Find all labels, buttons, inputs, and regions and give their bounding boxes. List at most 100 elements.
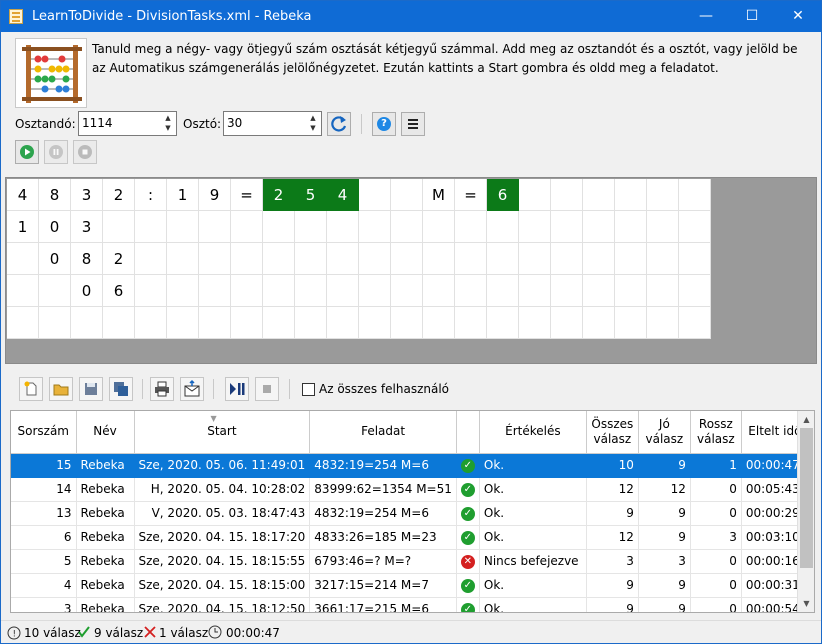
scroll-up-arrow-icon[interactable]: ▲ xyxy=(798,411,814,428)
grid-cell[interactable] xyxy=(167,243,199,275)
grid-cell[interactable] xyxy=(135,211,167,243)
table-row[interactable]: 15 Rebeka Sze, 2020. 05. 06. 11:49:01 4832:… xyxy=(11,453,809,478)
grid-cell[interactable]: 0 xyxy=(39,211,71,243)
grid-cell[interactable] xyxy=(455,243,487,275)
pause-button[interactable] xyxy=(44,140,68,164)
grid-cell[interactable]: 6 xyxy=(103,275,135,307)
division-grid[interactable]: 4 8 3 2:1 9 = 2 5 4 M = 6 1 0 3 0 8 2 0 6 xyxy=(7,179,711,339)
column-header-sorszam[interactable]: Sorszám xyxy=(11,411,77,454)
grid-cell[interactable] xyxy=(39,275,71,307)
grid-cell[interactable]: 5 xyxy=(295,179,327,211)
grid-cell[interactable] xyxy=(615,275,647,307)
grid-cell[interactable] xyxy=(71,307,103,339)
save-button[interactable] xyxy=(79,377,103,401)
grid-cell[interactable] xyxy=(199,243,231,275)
grid-cell[interactable] xyxy=(359,275,391,307)
grid-cell[interactable] xyxy=(551,275,583,307)
grid-cell[interactable] xyxy=(519,307,551,339)
grid-cell[interactable]: 4 xyxy=(7,179,39,211)
column-header-rossz-valasz[interactable]: Rossz válasz xyxy=(690,411,742,454)
grid-cell[interactable] xyxy=(615,179,647,211)
grid-cell[interactable] xyxy=(519,243,551,275)
refresh-button[interactable] xyxy=(327,112,351,136)
grid-cell[interactable] xyxy=(359,307,391,339)
table-row[interactable]: 6 Rebeka Sze, 2020. 04. 15. 18:17:20 4833:2… xyxy=(11,525,809,550)
grid-cell[interactable] xyxy=(647,307,679,339)
export-button[interactable] xyxy=(180,377,204,401)
grid-cell[interactable] xyxy=(135,243,167,275)
grid-cell[interactable] xyxy=(455,275,487,307)
grid-cell[interactable]: 2 xyxy=(103,179,135,211)
grid-cell[interactable] xyxy=(679,179,711,211)
grid-cell[interactable] xyxy=(583,307,615,339)
grid-cell[interactable] xyxy=(551,179,583,211)
grid-cell[interactable] xyxy=(615,307,647,339)
grid-cell[interactable]: 2 xyxy=(103,243,135,275)
grid-cell[interactable] xyxy=(103,211,135,243)
column-header-start[interactable]: ▼ Start xyxy=(134,411,311,454)
grid-cell[interactable]: 3 xyxy=(71,179,103,211)
grid-cell[interactable]: 0 xyxy=(39,243,71,275)
grid-cell[interactable] xyxy=(7,307,39,339)
grid-cell[interactable] xyxy=(263,243,295,275)
table-row[interactable]: 13 Rebeka V, 2020. 05. 03. 18:47:43 4832:19… xyxy=(11,501,809,526)
divisor-input[interactable] xyxy=(224,112,294,133)
grid-cell[interactable] xyxy=(487,211,519,243)
grid-cell[interactable] xyxy=(167,275,199,307)
grid-cell[interactable] xyxy=(199,211,231,243)
grid-cell[interactable] xyxy=(647,211,679,243)
column-header-ertekeles[interactable]: Értékelés xyxy=(479,411,587,454)
grid-cell[interactable] xyxy=(423,275,455,307)
grid-cell[interactable]: = xyxy=(231,179,263,211)
grid-cell[interactable] xyxy=(7,275,39,307)
grid-cell[interactable] xyxy=(263,275,295,307)
stop-button[interactable] xyxy=(73,140,97,164)
grid-cell[interactable]: : xyxy=(135,179,167,211)
table-row[interactable]: 3 Rebeka Sze, 2020. 04. 15. 18:12:50 3661:1… xyxy=(11,597,809,612)
grid-cell[interactable] xyxy=(391,243,423,275)
grid-cell[interactable] xyxy=(327,211,359,243)
grid-cell[interactable] xyxy=(263,211,295,243)
grid-cell[interactable] xyxy=(231,243,263,275)
help-button[interactable]: ? xyxy=(372,112,396,136)
grid-cell[interactable] xyxy=(519,179,551,211)
grid-cell[interactable]: 8 xyxy=(71,243,103,275)
grid-cell[interactable] xyxy=(679,211,711,243)
grid-cell[interactable] xyxy=(167,307,199,339)
grid-cell[interactable] xyxy=(519,211,551,243)
grid-cell[interactable] xyxy=(391,179,423,211)
grid-cell[interactable] xyxy=(615,243,647,275)
grid-cell[interactable] xyxy=(583,179,615,211)
scrollbar-thumb[interactable] xyxy=(800,428,813,568)
grid-cell[interactable] xyxy=(359,179,391,211)
column-header-feladat[interactable]: Feladat xyxy=(309,411,457,454)
divisor-spin-arrows[interactable]: ▲ ▼ xyxy=(307,113,319,134)
column-header-osszes-valasz[interactable]: Összes válasz xyxy=(586,411,639,454)
column-header-status[interactable] xyxy=(456,411,480,454)
play-pause-button[interactable] xyxy=(225,377,249,401)
open-folder-button[interactable] xyxy=(49,377,73,401)
grid-cell[interactable] xyxy=(231,275,263,307)
table-vertical-scrollbar[interactable]: ▲ ▼ xyxy=(797,411,814,612)
grid-cell[interactable] xyxy=(327,275,359,307)
grid-cell[interactable]: M xyxy=(423,179,455,211)
maximize-button[interactable]: ☐ xyxy=(729,1,775,32)
grid-cell[interactable] xyxy=(551,307,583,339)
grid-cell[interactable] xyxy=(615,211,647,243)
grid-cell[interactable]: 8 xyxy=(39,179,71,211)
scroll-down-arrow-icon[interactable]: ▼ xyxy=(798,595,814,612)
table-row[interactable]: 14 Rebeka H, 2020. 05. 04. 10:28:02 83999:6… xyxy=(11,477,809,502)
grid-cell[interactable] xyxy=(679,275,711,307)
new-file-button[interactable] xyxy=(19,377,43,401)
grid-cell[interactable]: 1 xyxy=(7,211,39,243)
grid-cell[interactable] xyxy=(135,307,167,339)
grid-cell[interactable] xyxy=(103,307,135,339)
table-row[interactable]: 4 Rebeka Sze, 2020. 04. 15. 18:15:00 3217:1… xyxy=(11,573,809,598)
grid-cell[interactable] xyxy=(231,211,263,243)
print-button[interactable] xyxy=(150,377,174,401)
grid-cell[interactable] xyxy=(487,243,519,275)
table-row[interactable]: 5 Rebeka Sze, 2020. 04. 15. 18:15:55 6793:4… xyxy=(11,549,809,574)
grid-cell[interactable] xyxy=(231,307,263,339)
title-bar[interactable]: LearnToDivide - DivisionTasks.xml - Rebe… xyxy=(1,1,821,32)
grid-cell[interactable] xyxy=(7,243,39,275)
